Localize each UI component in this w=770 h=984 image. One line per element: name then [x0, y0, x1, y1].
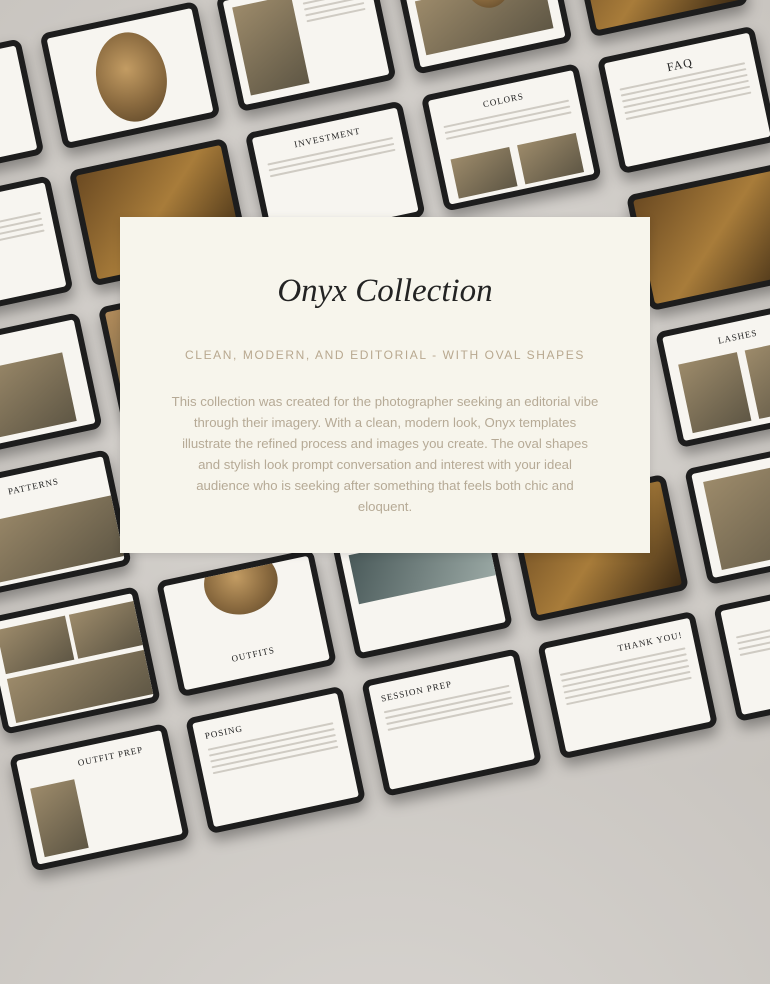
photo — [232, 0, 310, 96]
tablet-mockup — [215, 0, 397, 113]
oval-photo — [198, 555, 284, 622]
oval-photo — [87, 25, 176, 129]
tablet-screen: PATTERNS — [0, 456, 125, 591]
tablet-mockup: UP — [0, 175, 74, 324]
tablet-mockup: POSING — [185, 685, 367, 835]
photo — [450, 146, 518, 199]
photo — [414, 0, 554, 56]
collection-description: This collection was created for the phot… — [171, 394, 599, 514]
tablet-screen — [398, 0, 566, 68]
tablet-screen: UP — [0, 182, 67, 317]
collection-title: Onyx Collection — [277, 273, 493, 309]
tablet-screen: OUTFIT PREP — [16, 730, 183, 865]
photo — [30, 779, 89, 858]
tablet-screen — [222, 0, 390, 106]
photo — [0, 352, 77, 440]
photo — [68, 601, 143, 659]
photo — [678, 352, 752, 434]
tablet-screen: LASHES — [662, 306, 770, 442]
text-lines — [735, 609, 770, 660]
photo — [0, 495, 124, 586]
tablet-screen: ME — [0, 45, 38, 180]
tablet-screen — [633, 169, 770, 305]
collection-info-card: Onyx Collection CLEAN, MODERN, AND EDITO… — [120, 217, 650, 553]
tablet-mockup: THANK YOU! — [537, 610, 719, 760]
tablet-mockup — [0, 312, 103, 461]
tablet-mockup — [391, 0, 573, 75]
tablet-mockup — [0, 586, 161, 735]
tablet-screen — [46, 8, 214, 143]
tablet-mockup: PATTERNS — [0, 449, 132, 598]
text-lines — [301, 0, 366, 26]
tablet-screen — [0, 319, 96, 454]
tablet-mockup: SESSION PREP — [361, 648, 543, 797]
tablet-mockup: OUTFIT PREP — [8, 723, 191, 872]
photo — [517, 132, 585, 185]
tablet-mockup: LASHES — [655, 299, 770, 449]
tablet-heading: OUTFIT PREP — [76, 744, 145, 769]
tablet-mockup — [713, 573, 770, 723]
tablet-screen — [0, 593, 154, 728]
tablet-screen: OUTFITS — [163, 555, 330, 691]
tablet-mockup: ME — [0, 38, 45, 188]
photo — [0, 615, 75, 675]
tablet-heading: ME — [0, 126, 24, 162]
text-lines — [0, 211, 45, 262]
tablet-mockup — [684, 436, 770, 586]
tablet-screen — [691, 443, 770, 578]
tablet-screen: THANK YOU! — [544, 617, 712, 753]
collection-subtitle: CLEAN, MODERN, AND EDITORIAL - WITH OVAL… — [185, 348, 585, 362]
tablet-screen — [574, 0, 742, 31]
tablet-mockup: FAQ — [596, 25, 770, 175]
tablet-mockup: COLORS — [420, 62, 602, 212]
tablet-heading: PATTERNS — [7, 476, 60, 497]
tablet-mockup — [39, 0, 221, 150]
tablet-screen: COLORS — [427, 70, 595, 205]
photo — [703, 455, 770, 571]
tablet-screen — [720, 580, 770, 715]
tablet-screen: POSING — [192, 692, 359, 828]
tablet-screen: FAQ — [603, 32, 770, 168]
tablet-heading: OUTFITS — [230, 644, 276, 664]
tablet-mockup: OUTFITS — [155, 548, 337, 698]
